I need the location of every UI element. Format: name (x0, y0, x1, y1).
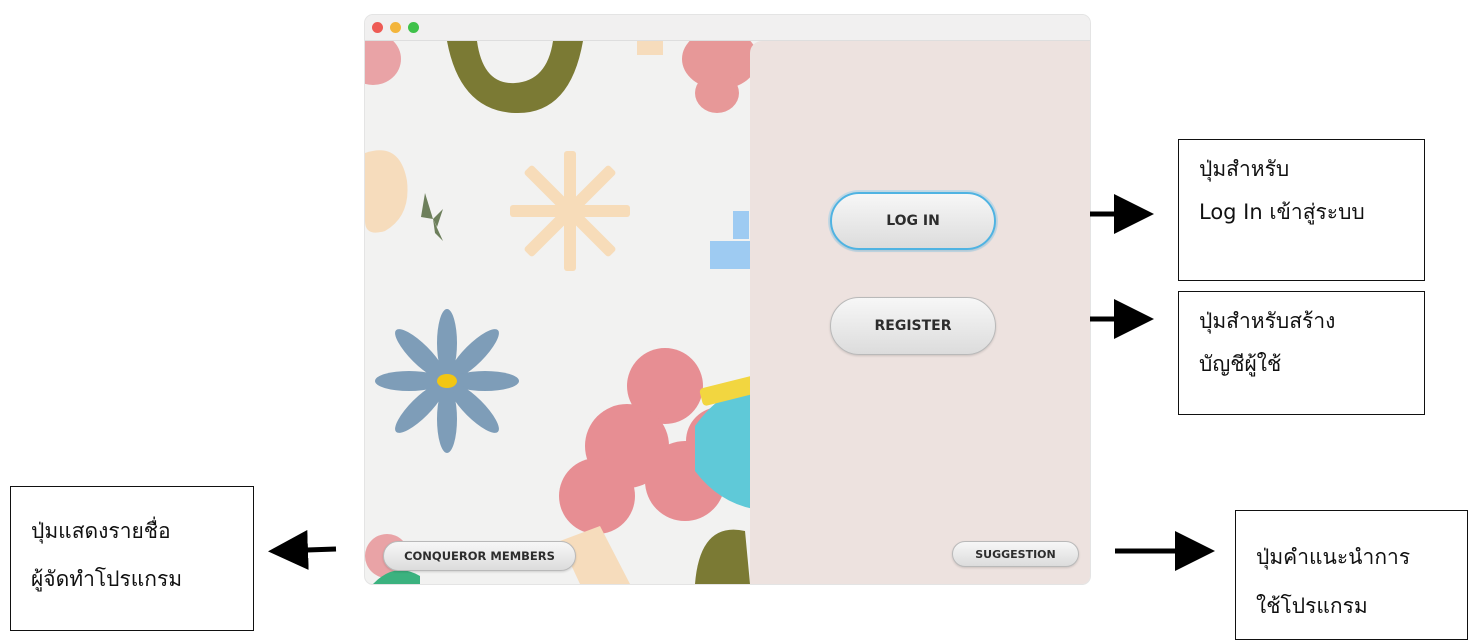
arrow-members (268, 529, 337, 570)
app-window: LOG IN REGISTER CONQUEROR MEMBERS SUGGES… (365, 15, 1090, 584)
conqueror-members-button[interactable]: CONQUEROR MEMBERS (383, 541, 576, 571)
callout-register-line-1: ปุ่มสำหรับสร้าง (1199, 309, 1336, 333)
peach-leaf (365, 150, 408, 233)
maximize-window-button[interactable] (408, 22, 419, 33)
blue-square (710, 241, 752, 269)
minimize-window-button[interactable] (390, 22, 401, 33)
callout-login-line-1: ปุ่มสำหรับ (1199, 157, 1290, 181)
peach-square-top (637, 41, 663, 55)
suggestion-button[interactable]: SUGGESTION (952, 541, 1079, 567)
close-window-button[interactable] (372, 22, 383, 33)
callout-members: ปุ่มแสดงรายชื่อ ผู้จัดทำโปรแกรม (10, 486, 254, 631)
callout-suggestion-line-2: ใช้โปรแกรม (1256, 594, 1368, 618)
green-sprig (413, 193, 443, 241)
callout-members-line-2: ผู้จัดทำโปรแกรม (31, 567, 183, 591)
callout-members-line-1: ปุ่มแสดงรายชื่อ (31, 519, 171, 543)
callout-suggestion: ปุ่มคำแนะนำการ ใช้โปรแกรม (1235, 510, 1468, 640)
register-button[interactable]: REGISTER (830, 297, 996, 355)
callout-register-line-2: บัญชีผู้ใช้ (1199, 352, 1282, 376)
callout-login-line-2: Log In เข้าสู่ระบบ (1199, 200, 1365, 224)
olive-shape-bottom (695, 529, 750, 584)
callout-login: ปุ่มสำหรับ Log In เข้าสู่ระบบ (1178, 139, 1425, 281)
title-bar (365, 15, 1090, 41)
olive-arch (447, 41, 583, 114)
peach-asterisk (510, 151, 630, 271)
callout-suggestion-line-1: ปุ่มคำแนะนำการ (1256, 545, 1411, 569)
callout-register: ปุ่มสำหรับสร้าง บัญชีผู้ใช้ (1178, 291, 1425, 415)
login-button[interactable]: LOG IN (830, 192, 996, 250)
blue-flower (375, 309, 519, 453)
pink-blob-top-left (365, 41, 401, 85)
